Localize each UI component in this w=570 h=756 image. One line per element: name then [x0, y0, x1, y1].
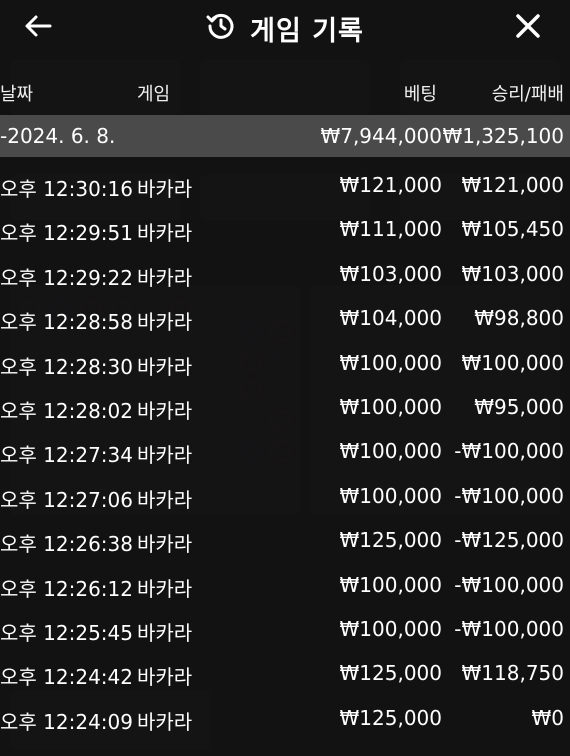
date-summary-row[interactable]: -2024. 6. 8. ₩7,944,000 ₩1,325,100 [0, 115, 570, 157]
row-bet: ₩100,000 [339, 439, 442, 464]
summary-bet: ₩7,944,000 [320, 124, 442, 148]
row-game: 바카라 [137, 487, 193, 512]
table-row[interactable]: 오후 12:28:02 바카라 ₩100,000 ₩95,000 [0, 385, 570, 429]
row-result: -₩125,000 [454, 528, 564, 553]
table-row[interactable]: 오후 12:26:12 바카라 ₩100,000 -₩100,000 [0, 563, 570, 607]
row-time: 오후 12:26:12 [0, 576, 133, 601]
summary-date: -2024. 6. 8. [0, 124, 116, 148]
row-time: 오후 12:24:09 [0, 709, 133, 734]
column-result: 승리/패배 [491, 84, 564, 105]
row-result: -₩100,000 [454, 572, 564, 597]
row-bet: ₩100,000 [339, 616, 442, 641]
row-result: ₩121,000 [461, 173, 564, 197]
row-bet: ₩121,000 [339, 173, 442, 197]
row-bet: ₩100,000 [339, 350, 442, 375]
row-time: 오후 12:29:51 [0, 221, 133, 246]
row-game: 바카라 [137, 265, 193, 290]
row-result: -₩100,000 [454, 616, 564, 641]
row-bet: ₩125,000 [339, 661, 442, 686]
table-row[interactable]: 오후 12:24:09 바카라 ₩125,000 ₩0 [0, 696, 570, 740]
row-time: 오후 12:27:34 [0, 443, 133, 468]
header: 게임 기록 [0, 0, 570, 56]
page-title: 게임 기록 [250, 15, 364, 47]
table-row[interactable]: 오후 12:26:38 바카라 ₩125,000 -₩125,000 [0, 518, 570, 562]
column-bet: 베팅 [403, 84, 437, 105]
column-date: 날짜 [0, 84, 34, 105]
row-game: 바카라 [137, 709, 193, 734]
row-result: ₩100,000 [461, 350, 564, 375]
row-bet: ₩104,000 [339, 306, 442, 331]
row-game: 바카라 [137, 443, 193, 468]
row-bet: ₩125,000 [339, 528, 442, 553]
row-result: ₩105,450 [461, 217, 564, 242]
row-bet: ₩125,000 [339, 705, 442, 730]
arrow-left-icon [24, 14, 52, 42]
row-result: ₩98,800 [474, 306, 564, 331]
row-time: 오후 12:26:38 [0, 532, 133, 557]
table-row[interactable]: 오후 12:27:06 바카라 ₩100,000 -₩100,000 [0, 474, 570, 518]
row-time: 오후 12:28:58 [0, 310, 133, 335]
row-bet: ₩103,000 [339, 261, 442, 286]
row-result: -₩100,000 [454, 483, 564, 508]
row-bet: ₩100,000 [339, 394, 442, 419]
table-row[interactable]: 오후 12:24:42 바카라 ₩125,000 ₩118,750 [0, 651, 570, 695]
row-game: 바카라 [137, 310, 193, 335]
row-bet: ₩100,000 [339, 572, 442, 597]
row-time: 오후 12:30:16 [0, 177, 133, 201]
row-game: 바카라 [137, 620, 193, 645]
close-icon [515, 13, 541, 43]
row-game: 바카라 [137, 532, 193, 557]
row-time: 오후 12:28:30 [0, 354, 133, 379]
table-row[interactable]: 오후 12:27:34 바카라 ₩100,000 -₩100,000 [0, 429, 570, 473]
row-time: 오후 12:28:02 [0, 398, 133, 423]
row-game: 바카라 [137, 665, 193, 690]
table-row[interactable]: 오후 12:28:30 바카라 ₩100,000 ₩100,000 [0, 341, 570, 385]
history-panel: 게임 기록 날짜 게임 베팅 승리/패배 -2024. 6. 8. ₩7,944… [0, 0, 570, 756]
row-result: ₩0 [531, 705, 565, 730]
row-time: 오후 12:29:22 [0, 265, 133, 290]
close-button[interactable] [512, 12, 544, 44]
row-bet: ₩100,000 [339, 483, 442, 508]
row-result: ₩95,000 [474, 394, 564, 419]
back-button[interactable] [22, 12, 54, 44]
column-game: 게임 [137, 84, 171, 105]
title-group: 게임 기록 [206, 9, 364, 48]
row-result: ₩103,000 [461, 261, 564, 286]
summary-result: ₩1,325,100 [442, 124, 564, 148]
row-time: 오후 12:25:45 [0, 620, 133, 645]
row-game: 바카라 [137, 177, 193, 201]
row-game: 바카라 [137, 221, 193, 246]
row-game: 바카라 [137, 354, 193, 379]
history-list: 오후 12:30:16 바카라 ₩121,000 ₩121,000 오후 12:… [0, 163, 570, 740]
table-row[interactable]: 오후 12:29:22 바카라 ₩103,000 ₩103,000 [0, 252, 570, 296]
row-result: ₩118,750 [461, 661, 564, 686]
column-header: 날짜 게임 베팅 승리/패배 [0, 78, 570, 108]
table-row[interactable]: 오후 12:30:16 바카라 ₩121,000 ₩121,000 [0, 163, 570, 207]
table-row[interactable]: 오후 12:25:45 바카라 ₩100,000 -₩100,000 [0, 607, 570, 651]
history-clock-icon [206, 11, 236, 45]
row-time: 오후 12:27:06 [0, 487, 133, 512]
table-row[interactable]: 오후 12:28:58 바카라 ₩104,000 ₩98,800 [0, 296, 570, 340]
row-game: 바카라 [137, 398, 193, 423]
row-time: 오후 12:24:42 [0, 665, 133, 690]
row-bet: ₩111,000 [339, 217, 442, 242]
row-game: 바카라 [137, 576, 193, 601]
row-result: -₩100,000 [454, 439, 564, 464]
table-row[interactable]: 오후 12:29:51 바카라 ₩111,000 ₩105,450 [0, 207, 570, 251]
